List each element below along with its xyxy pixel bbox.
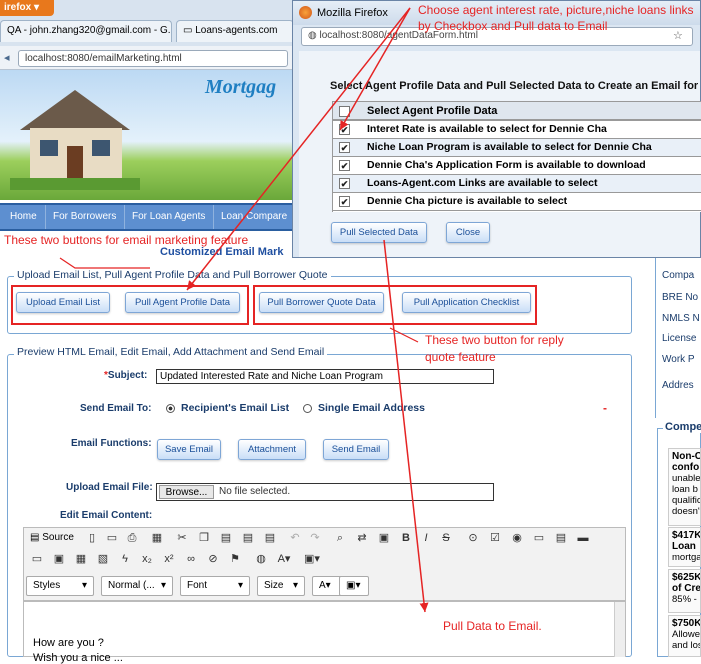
annotation-arrows — [59, 7, 429, 613]
